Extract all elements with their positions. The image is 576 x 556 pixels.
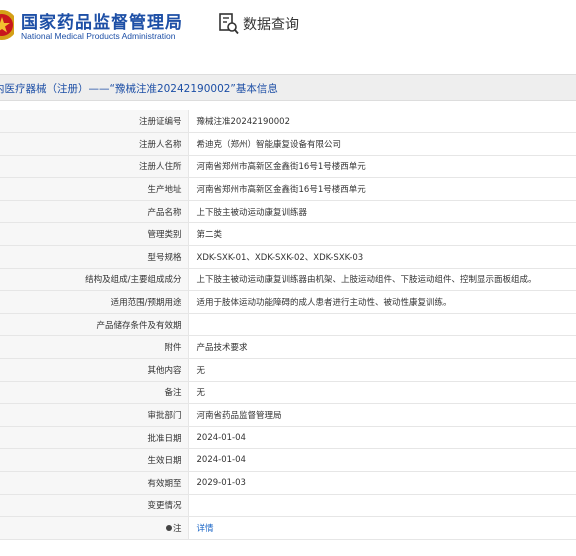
table-row: 变更情况: [0, 494, 576, 518]
row-label-cell: 有效期至: [0, 471, 189, 495]
row-value: XDK-SXK-01、XDK-SXK-02、XDK-SXK-03: [188, 245, 576, 269]
row-label: 注: [172, 523, 182, 534]
table-row: 审批部门 河南省药品监督管理局: [0, 403, 576, 427]
row-value: 产品技术要求: [188, 335, 576, 360]
row-value: 河南省郑州市高新区金鑫街16号1号楼西单元: [188, 177, 576, 201]
row-label-cell: 注: [0, 516, 189, 540]
row-label: 注册证编号: [138, 117, 182, 128]
row-value: 上下肢主被动运动康复训练器: [188, 200, 576, 224]
row-label: 注册人住所: [138, 162, 182, 173]
row-label: 注册人名称: [138, 139, 182, 150]
row-label: 有效期至: [147, 478, 182, 489]
table-row: 产品名称 上下肢主被动运动康复训练器: [0, 200, 576, 224]
table-row: 批准日期 2024-01-04: [0, 426, 576, 450]
table-row: 注册人名称 希迪克（郑州）智能康复设备有限公司: [0, 132, 576, 156]
agency-name-cn[interactable]: 国家药品监督管理局: [21, 8, 183, 33]
info-dot-icon: [165, 525, 172, 532]
row-label: 附件: [164, 343, 182, 354]
row-label-cell: 产品储存条件及有效期: [0, 313, 189, 337]
row-label-cell: 其他内容: [0, 358, 189, 382]
row-label: 型号规格: [147, 252, 182, 263]
row-label-cell: 生效日期: [0, 448, 189, 472]
national-emblem-icon: [0, 10, 14, 40]
row-label-cell: 结构及组成/主要组成成分: [0, 268, 189, 292]
table-row: 备注无: [0, 381, 576, 405]
row-label-cell: 审批部门: [0, 403, 189, 427]
device-info-table: 注册证编号 豫械注准20242190002 注册人名称 希迪克（郑州）智能康复设备有限…: [0, 110, 576, 540]
table-row: 生产地址 河南省郑州市高新区金鑫街16号1号楼西单元: [0, 177, 576, 201]
row-label-cell: 附件: [0, 335, 189, 360]
row-label-cell: 变更情况: [0, 494, 189, 518]
table-row: 产品储存条件及有效期: [0, 313, 576, 337]
row-value: 无: [188, 381, 576, 405]
agency-name-en[interactable]: National Medical Products Administration: [21, 31, 176, 41]
row-label: 其他内容: [147, 365, 182, 376]
row-label-cell: 注册证编号: [0, 110, 189, 134]
row-value: 豫械注准20242190002: [188, 110, 576, 134]
row-value: [188, 313, 576, 337]
row-label: 产品储存条件及有效期: [96, 320, 182, 331]
row-label-cell: 适用范围/预期用途: [0, 290, 189, 314]
details-link[interactable]: 详情: [188, 516, 576, 540]
row-label: 变更情况: [147, 501, 182, 512]
site-header: 国家药品监督管理局 National Medical Products Admi…: [0, 0, 576, 58]
table-row: 生效日期 2024-01-04: [0, 448, 576, 472]
row-value: 无: [188, 358, 576, 382]
row-label-cell: 生产地址: [0, 177, 189, 201]
row-label-cell: 批准日期: [0, 426, 189, 450]
data-search-icon: [219, 13, 239, 35]
row-label: 生效日期: [147, 456, 182, 467]
row-label-cell: 注册人住所: [0, 155, 189, 179]
row-value: 第二类: [188, 222, 576, 247]
table-row: 附件 产品技术要求: [0, 335, 576, 360]
table-row: 适用范围/预期用途 适用于肢体运动功能障碍的成人患者进行主动性、被动性康复训练。: [0, 290, 576, 314]
data-query-link[interactable]: 数据查询: [219, 12, 299, 36]
row-value: 2029-01-03: [188, 471, 576, 495]
row-label: 管理类别: [147, 230, 182, 241]
table-row: 管理类别 第二类: [0, 222, 576, 247]
table-row: 其他内容无: [0, 358, 576, 382]
table-row: 注册证编号 豫械注准20242190002: [0, 110, 576, 134]
row-label: 批准日期: [147, 433, 182, 444]
table-row: 结构及组成/主要组成成分 上下肢主被动运动康复训练器由机架、上肢运动组件、下肢运动…: [0, 268, 576, 292]
row-label: 审批部门: [147, 411, 182, 422]
row-label: 备注: [164, 388, 182, 399]
row-value: [188, 494, 576, 518]
row-label: 适用范围/预期用途: [110, 298, 182, 309]
row-label-cell: 注册人名称: [0, 132, 189, 156]
table-row: 注详情: [0, 516, 576, 540]
page-title-bar: 内医疗器械（注册）——“豫械注准20242190002”基本信息: [0, 74, 576, 101]
row-label-cell: 型号规格: [0, 245, 189, 269]
row-label: 产品名称: [147, 207, 182, 218]
page-title: 内医疗器械（注册）——“豫械注准20242190002”基本信息: [0, 83, 278, 95]
row-label: 结构及组成/主要组成成分: [85, 275, 182, 286]
row-value: 河南省药品监督管理局: [188, 403, 576, 427]
row-value: 希迪克（郑州）智能康复设备有限公司: [188, 132, 576, 156]
row-value: 适用于肢体运动功能障碍的成人患者进行主动性、被动性康复训练。: [188, 290, 576, 314]
row-value: 河南省郑州市高新区金鑫街16号1号楼西单元: [188, 155, 576, 179]
row-label-cell: 管理类别: [0, 222, 189, 247]
table-row: 型号规格 XDK-SXK-01、XDK-SXK-02、XDK-SXK-03: [0, 245, 576, 269]
row-label: 生产地址: [147, 185, 182, 196]
row-value: 2024-01-04: [188, 448, 576, 472]
row-value: 上下肢主被动运动康复训练器由机架、上肢运动组件、下肢运动组件、控制显示面板组成。: [188, 268, 576, 292]
table-row: 注册人住所 河南省郑州市高新区金鑫街16号1号楼西单元: [0, 155, 576, 179]
table-row: 有效期至 2029-01-03: [0, 471, 576, 495]
row-value: 2024-01-04: [188, 426, 576, 450]
row-label-cell: 产品名称: [0, 200, 189, 224]
row-label-cell: 备注: [0, 381, 189, 405]
data-query-label: 数据查询: [243, 17, 299, 33]
